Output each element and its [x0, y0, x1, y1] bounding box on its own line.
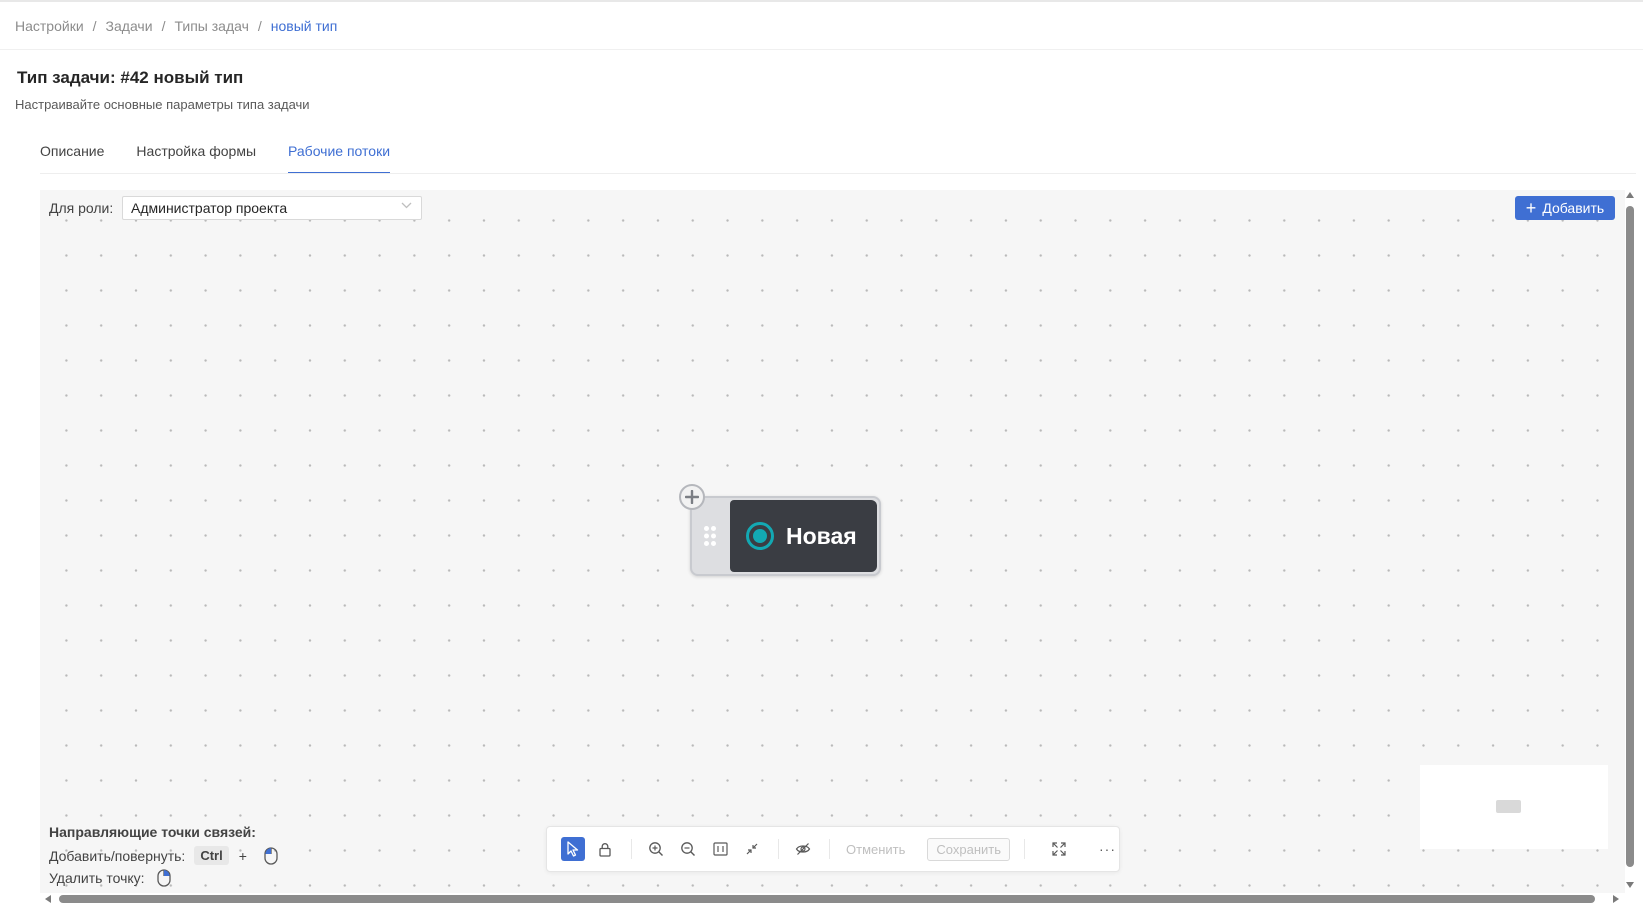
guide-title: Направляющие точки связей:	[49, 824, 256, 840]
breadcrumb-item-settings[interactable]: Настройки	[15, 18, 84, 34]
cancel-button[interactable]: Отменить	[846, 842, 905, 857]
header-divider	[0, 49, 1643, 50]
breadcrumb-item-current: новый тип	[270, 18, 338, 34]
zoom-out-icon[interactable]	[676, 837, 700, 861]
role-select[interactable]: Администратор проекта	[122, 196, 422, 220]
breadcrumb-separator: /	[161, 18, 166, 34]
ctrl-key-badge: Ctrl	[194, 846, 229, 865]
tab-form-settings[interactable]: Настройка формы	[136, 134, 256, 174]
breadcrumb: Настройки / Задачи / Типы задач / новый …	[15, 17, 337, 35]
tabs: Описание Настройка формы Рабочие потоки	[40, 134, 422, 174]
save-button[interactable]: Сохранить	[927, 837, 1011, 861]
vertical-scrollbar[interactable]	[1623, 190, 1637, 893]
more-icon[interactable]: ···	[1099, 841, 1116, 857]
drag-handle-icon[interactable]	[692, 498, 728, 574]
hide-icon[interactable]	[791, 837, 815, 861]
guide-add-rotate-label: Добавить/повернуть:	[49, 847, 186, 864]
add-button[interactable]: + Добавить	[1515, 196, 1615, 220]
scroll-right-icon[interactable]	[1613, 895, 1619, 903]
workflow-node[interactable]: Новая	[690, 496, 881, 576]
zoom-in-icon[interactable]	[644, 837, 668, 861]
node-add-connection-button[interactable]	[679, 484, 705, 510]
breadcrumb-separator: /	[92, 18, 97, 34]
scroll-down-icon[interactable]	[1626, 882, 1634, 888]
shrink-icon[interactable]	[740, 837, 764, 861]
lock-icon[interactable]	[593, 837, 617, 861]
scroll-thumb[interactable]	[59, 895, 1595, 903]
toolbar-divider	[631, 839, 632, 859]
toolbar-divider	[829, 839, 830, 859]
scroll-thumb[interactable]	[1626, 206, 1634, 867]
breadcrumb-separator: /	[257, 18, 262, 34]
pointer-icon[interactable]	[561, 837, 585, 861]
breadcrumb-item-task-types[interactable]: Типы задач	[174, 18, 248, 34]
role-select-value: Администратор проекта	[131, 200, 288, 216]
plus-sign: +	[238, 847, 247, 864]
page-title: Тип задачи: #42 новый тип	[17, 68, 244, 87]
minimap-node	[1496, 800, 1521, 813]
canvas-toolbar: Отменить Сохранить ···	[546, 826, 1120, 872]
guide-delete-label: Удалить точку:	[49, 870, 145, 886]
role-label: Для роли:	[49, 200, 114, 216]
fit-view-icon[interactable]	[708, 837, 732, 861]
scroll-up-icon[interactable]	[1626, 192, 1634, 198]
mouse-icon	[156, 869, 171, 887]
guide-add-rotate: Добавить/повернуть: Ctrl +	[49, 846, 278, 865]
node-body[interactable]: Новая	[730, 500, 877, 572]
breadcrumb-item-tasks[interactable]: Задачи	[106, 18, 153, 34]
toolbar-divider	[778, 839, 779, 859]
node-label: Новая	[786, 522, 857, 549]
fullscreen-icon[interactable]	[1047, 837, 1071, 861]
plus-icon	[685, 490, 699, 504]
minimap[interactable]	[1420, 765, 1608, 849]
page-subtitle: Настраивайте основные параметры типа зад…	[15, 97, 310, 112]
tab-description[interactable]: Описание	[40, 134, 104, 174]
toolbar-divider	[1024, 839, 1026, 859]
chevron-down-icon	[401, 200, 412, 212]
plus-icon: +	[1525, 198, 1537, 218]
tab-workflows[interactable]: Рабочие потоки	[288, 134, 391, 174]
scroll-left-icon[interactable]	[45, 895, 51, 903]
status-circle-icon	[746, 522, 774, 550]
guide-delete: Удалить точку:	[49, 869, 171, 887]
mouse-icon	[264, 846, 278, 865]
horizontal-scrollbar[interactable]	[40, 892, 1625, 906]
add-button-label: Добавить	[1542, 200, 1605, 216]
top-border	[0, 0, 1643, 2]
tabs-divider	[40, 173, 1636, 174]
